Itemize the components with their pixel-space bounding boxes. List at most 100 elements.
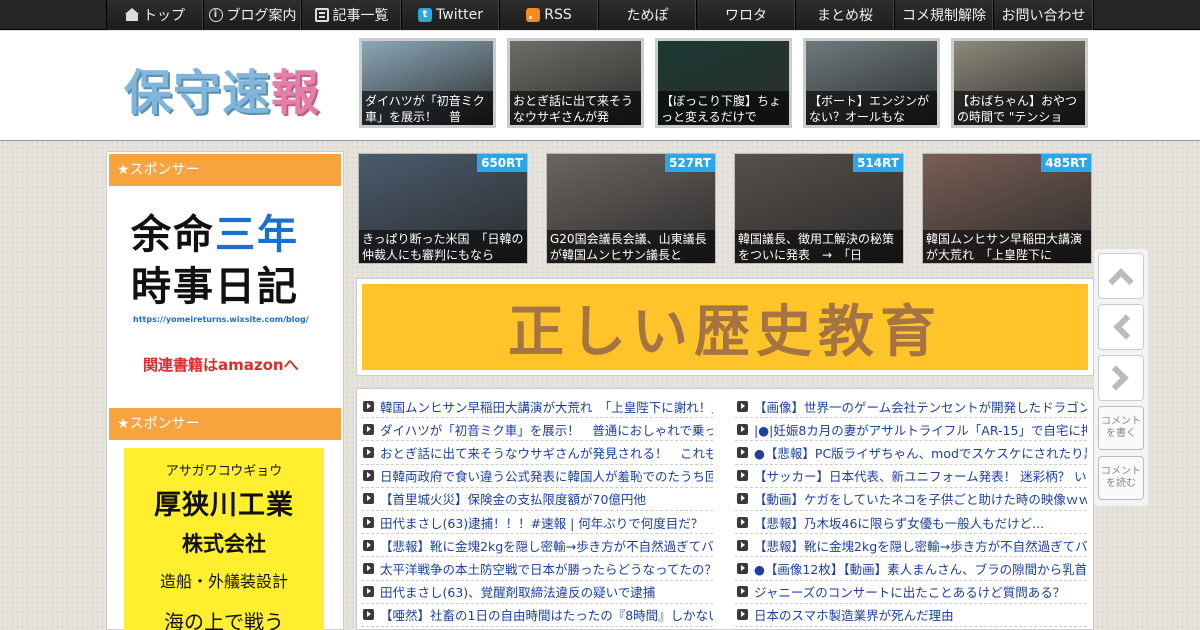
- featured-caption: G20国会議長会議、山東議長が韓国ムンヒサン議長と: [547, 230, 715, 263]
- arrow-icon: [363, 609, 374, 621]
- news-item[interactable]: 【悲報】乃木坂46に限らず女優も一般人もだけど...: [735, 511, 1087, 535]
- news-item[interactable]: 【サッカー】日本代表、新ユニフォーム発表！ 迷彩柄？ いえ、: [735, 465, 1087, 488]
- header-thumb[interactable]: 【おばちゃん】おやつの時間で "テンショ: [951, 38, 1088, 128]
- read-comment-button[interactable]: コメントを読む: [1098, 456, 1144, 500]
- news-title: 【画像】世界一のゲーム会社テンセントが開発したドラゴンボール: [754, 399, 1087, 415]
- arrow-icon: [737, 562, 748, 574]
- news-title: 【悲報】靴に金塊2kgを隠し密輸→歩き方が不自然過ぎてバレる: [380, 538, 713, 554]
- news-title: 【首里城火災】保険金の支払限度額が70億円他: [380, 492, 646, 508]
- twitter-icon: t: [418, 8, 433, 22]
- news-item[interactable]: ダイハツが「初音ミク車」を展示！ 普通におしゃれで乗ってみたい: [361, 418, 713, 442]
- news-item[interactable]: 日本のスマホ製造業界が死んだ理由: [735, 604, 1087, 627]
- arrow-icon: [737, 493, 748, 505]
- featured-caption: 韓国議長、徴用工解決の秘策をついに発表 → 「日: [735, 230, 903, 263]
- write-comment-button[interactable]: コメントを書く: [1098, 406, 1144, 450]
- scroll-top-button[interactable]: [1098, 253, 1144, 299]
- next-button[interactable]: [1098, 355, 1144, 401]
- header-thumb[interactable]: おとぎ話に出て来そうなウサギさんが発: [507, 38, 644, 128]
- nav-item-comment-unblock[interactable]: コメ規制解除: [895, 0, 994, 30]
- history-education-banner[interactable]: 正しい歴史教育: [356, 278, 1094, 376]
- news-item[interactable]: 田代まさし(63)逮捕！！！#速報 | 何年ぶりで何度目だ？: [361, 511, 713, 535]
- arrow-icon: [363, 562, 374, 574]
- featured-article[interactable]: 527RT G20国会議長会議、山東議長が韓国ムンヒサン議長と: [546, 153, 716, 264]
- news-title: 韓国ムンヒサン早稲田大講演が大荒れ 「上皇陛下に謝れ！」: [380, 399, 713, 415]
- header-thumb[interactable]: 【ボート】エンジンがない？オールもな: [803, 38, 940, 128]
- news-title: ●【悲報】PC版ライザちゃん、modでスケスケにされたり黒ギャル: [754, 445, 1087, 461]
- news-item[interactable]: ●【画像12枚】【動画】素人まんさん、ブラの隙間から乳首を披露: [735, 557, 1087, 581]
- nav-item-tamepo[interactable]: ためぽ: [599, 0, 697, 30]
- rss-icon: [526, 8, 541, 22]
- news-item[interactable]: 【唖然】社畜の1日の自由時間はたったの『8時間』しかないと: [361, 604, 713, 627]
- arrow-icon: [363, 470, 374, 482]
- featured-article[interactable]: 650RT きっぱり断った米国 「日韓の仲裁人にも審判にもなら: [358, 153, 528, 264]
- arrow-icon: [363, 516, 374, 528]
- sponsor-ad-yomei[interactable]: 余命三年 時事日記 https://yomeireturns.wixsite.c…: [109, 196, 341, 386]
- featured-caption: 韓国ムンヒサン早稲田大講演が大荒れ 「上皇陛下に: [923, 230, 1091, 263]
- news-item[interactable]: |●|妊娠8カ月の妻がアサルトライフル「AR-15」で自宅に押し入: [735, 418, 1087, 442]
- ad-company-kana: アサガワコウギョウ: [165, 464, 283, 479]
- amazon-link[interactable]: 関連書籍はamazonへ: [143, 354, 299, 375]
- ad-url: https://yomeireturns.wixsite.com/blog/: [133, 315, 309, 324]
- header-thumb[interactable]: ダイハツが「初音ミク車」を展示！ 普: [359, 38, 496, 128]
- news-title: ダイハツが「初音ミク車」を展示！ 普通におしゃれで乗ってみたい: [380, 422, 713, 438]
- ad-tagline: 海の上で戦う: [164, 610, 284, 630]
- site-logo[interactable]: 保守速報: [124, 53, 320, 123]
- ad-line1: 余命三年: [131, 212, 299, 258]
- thumb-caption: 【ボート】エンジンがない？オールもな: [806, 91, 937, 125]
- list-icon: [314, 8, 329, 22]
- banner-text: 正しい歴史教育: [362, 284, 1088, 370]
- news-item[interactable]: 【悲報】靴に金塊2kgを隠し密輸→歩き方が不自然過ぎてバレる: [361, 534, 713, 558]
- news-item[interactable]: 田代まさし(63)、覚醒剤取締法違反の疑いで逮捕: [361, 581, 713, 604]
- news-title: 【唖然】社畜の1日の自由時間はたったの『8時間』しかないと: [380, 608, 713, 624]
- top-nav-bar: トップ i ブログ案内 記事一覧 t Twitter RSS ためぽ ワロタ まとめ…: [0, 0, 1200, 30]
- news-title: ●【画像12枚】【動画】素人まんさん、ブラの隙間から乳首を披露: [754, 561, 1087, 577]
- news-item[interactable]: 太平洋戦争の本土防空戦で日本が勝ったらどうなってたの？: [361, 557, 713, 581]
- nav-item-contact[interactable]: お問い合わせ: [994, 0, 1094, 30]
- news-item[interactable]: 【画像】世界一のゲーム会社テンセントが開発したドラゴンボール: [735, 395, 1087, 419]
- chevron-right-icon: [1103, 365, 1129, 391]
- news-item[interactable]: 日韓両政府で食い違う公式発表に韓国人が羞恥でのたうち回る: [361, 465, 713, 488]
- news-item[interactable]: 【首里城火災】保険金の支払限度額が70億円他: [361, 488, 713, 511]
- ad-company-type: 株式会社: [182, 532, 266, 556]
- nav-item-article-list[interactable]: 記事一覧: [302, 0, 402, 30]
- arrow-icon: [737, 539, 748, 551]
- featured-article[interactable]: 485RT 韓国ムンヒサン早稲田大講演が大荒れ 「上皇陛下に: [922, 153, 1092, 264]
- retweet-badge: 527RT: [665, 154, 715, 172]
- news-title: 【悲報】乃木坂46に限らず女優も一般人もだけど...: [754, 515, 1045, 531]
- nav-item-matome-sakura[interactable]: まとめ桜: [796, 0, 895, 30]
- featured-article[interactable]: 514RT 韓国議長、徴用工解決の秘策をついに発表 → 「日: [734, 153, 904, 264]
- header-thumb[interactable]: 【ぼっこり下腹】ちょっと変えるだけで: [655, 38, 792, 128]
- prev-button[interactable]: [1098, 304, 1144, 350]
- nav-item-top[interactable]: トップ: [106, 0, 204, 30]
- thumb-caption: 【おばちゃん】おやつの時間で "テンショ: [954, 91, 1085, 125]
- news-item[interactable]: ジャニーズのコンサートに出たことあるけど質問ある？: [735, 581, 1087, 604]
- arrow-icon: [737, 446, 748, 458]
- nav-item-warota[interactable]: ワロタ: [697, 0, 796, 30]
- ad-business: 造船・外艤装設計: [159, 572, 288, 591]
- home-icon: [125, 8, 139, 22]
- news-title: 田代まさし(63)、覚醒剤取締法違反の疑いで逮捕: [380, 585, 656, 601]
- sponsor-ad-asagawa[interactable]: アサガワコウギョウ 厚狭川工業 株式会社 造船・外艤装設計 海の上で戦う: [124, 448, 324, 630]
- top-nav: トップ i ブログ案内 記事一覧 t Twitter RSS ためぽ ワロタ まとめ…: [106, 0, 1094, 30]
- nav-item-twitter[interactable]: t Twitter: [402, 0, 500, 30]
- news-item[interactable]: 【悲報】靴に金塊2kgを隠し密輸→歩き方が不自然過ぎてバレる: [735, 534, 1087, 558]
- arrow-icon: [363, 423, 374, 435]
- nav-item-rss[interactable]: RSS: [500, 0, 599, 30]
- arrow-icon: [737, 400, 748, 412]
- news-item[interactable]: おとぎ話に出て来そうなウサギさんが発見される！ これもう: [361, 441, 713, 465]
- chevron-left-icon: [1113, 314, 1139, 340]
- site-header: 保守速報 ダイハツが「初音ミク車」を展示！ 普 おとぎ話に出て来そうなウサギさん…: [0, 31, 1200, 141]
- arrow-icon: [737, 586, 748, 598]
- sidebar: ★スポンサー 余命三年 時事日記 https://yomeireturns.wi…: [106, 151, 344, 630]
- news-item[interactable]: 【動画】ケガをしていたネコを子供ごと助けた時の映像ｗｗｗ: [735, 488, 1087, 511]
- news-item[interactable]: 韓国ムンヒサン早稲田大講演が大荒れ 「上皇陛下に謝れ！」: [361, 395, 713, 419]
- news-title: ジャニーズのコンサートに出たことあるけど質問ある？: [754, 585, 1066, 601]
- sponsor-heading: ★スポンサー: [109, 408, 341, 440]
- arrow-icon: [737, 423, 748, 435]
- news-title: 【悲報】靴に金塊2kgを隠し密輸→歩き方が不自然過ぎてバレる: [754, 538, 1087, 554]
- chevron-up-icon: [1108, 268, 1134, 294]
- news-item[interactable]: ●【悲報】PC版ライザちゃん、modでスケスケにされたり黒ギャル: [735, 441, 1087, 465]
- ad-line2: 時事日記: [131, 264, 299, 310]
- arrow-icon: [737, 609, 748, 621]
- nav-item-blog-guide[interactable]: i ブログ案内: [204, 0, 302, 30]
